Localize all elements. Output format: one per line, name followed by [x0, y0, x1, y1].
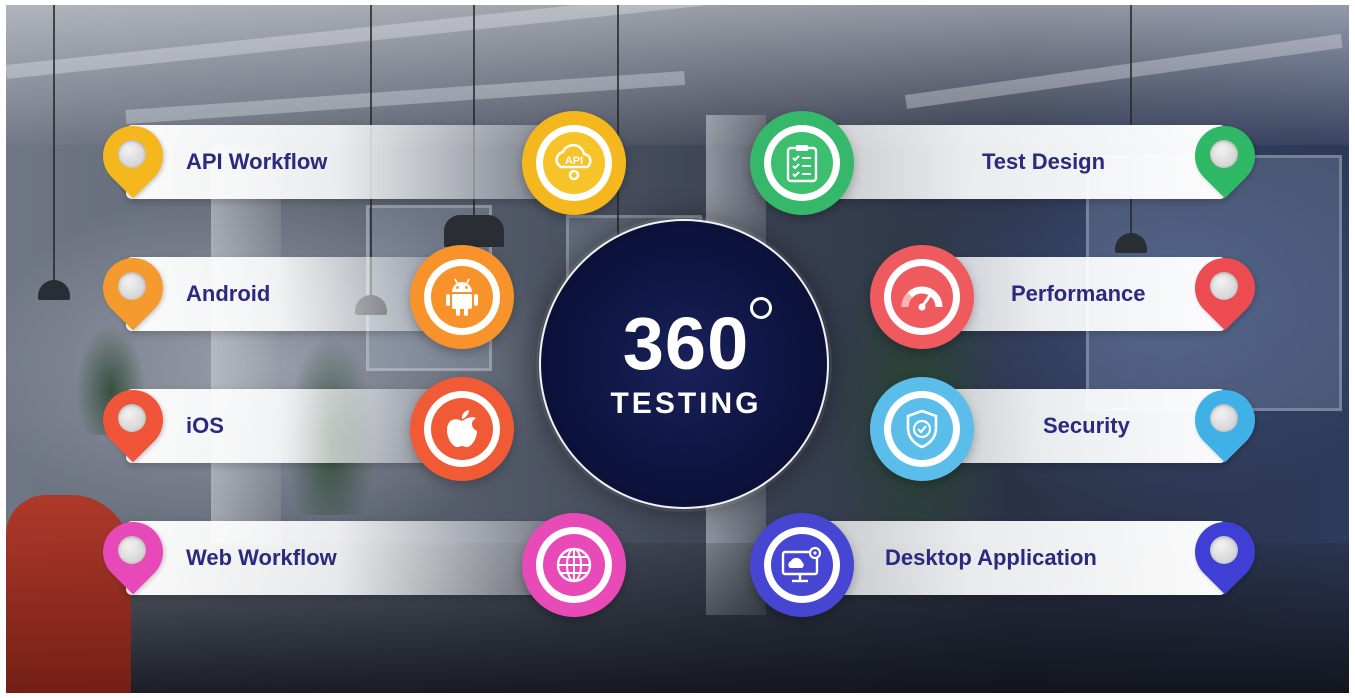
api-icon-text: API [565, 155, 583, 167]
center-subtitle: TESTING [610, 387, 762, 420]
android-label: Android [186, 281, 271, 306]
api-cloud-gear-icon: API [555, 143, 592, 181]
location-pin-icon [1182, 245, 1268, 331]
center-360-badge: 360 TESTING [539, 219, 829, 509]
hero-canvas: API Workflow Android iOS Web Workflow Te… [6, 5, 1349, 693]
globe-icon [556, 547, 592, 583]
office-pillar [211, 145, 281, 545]
test-design-label: Test Design [982, 149, 1106, 174]
web-workflow-label: Web Workflow [186, 545, 337, 570]
location-pin-icon [90, 245, 176, 331]
location-pin-icon [90, 377, 176, 463]
android-icon [446, 278, 478, 316]
security-label: Security [1043, 413, 1130, 438]
api-workflow-label: API Workflow [186, 149, 328, 174]
location-pin-icon [90, 113, 176, 199]
shield-check-icon [906, 409, 938, 449]
test-design-icon-ring [750, 111, 854, 215]
performance-label: Performance [1011, 281, 1146, 306]
location-pin-icon [1182, 113, 1268, 199]
desktop-cloud-gear-icon [781, 546, 822, 583]
desktop-application-banner: Desktop Application [796, 521, 1226, 595]
android-icon-ring [410, 245, 514, 349]
clipboard-checklist-icon [786, 145, 818, 183]
location-pin-icon [90, 509, 176, 595]
center-number: 360 [622, 302, 750, 385]
test-design-banner: Test Design [796, 125, 1226, 199]
web-icon-ring [522, 513, 626, 617]
security-icon-ring [870, 377, 974, 481]
desktop-application-label: Desktop Application [885, 545, 1097, 570]
location-pin-icon [1182, 509, 1268, 595]
degree-symbol [750, 297, 772, 319]
desktop-icon-ring [750, 513, 854, 617]
api-icon-ring: API [522, 111, 626, 215]
apple-icon [447, 410, 477, 448]
ios-label: iOS [186, 413, 224, 438]
speedometer-icon [901, 286, 943, 311]
performance-icon-ring [870, 245, 974, 349]
location-pin-icon [1182, 377, 1268, 463]
ios-icon-ring [410, 377, 514, 481]
